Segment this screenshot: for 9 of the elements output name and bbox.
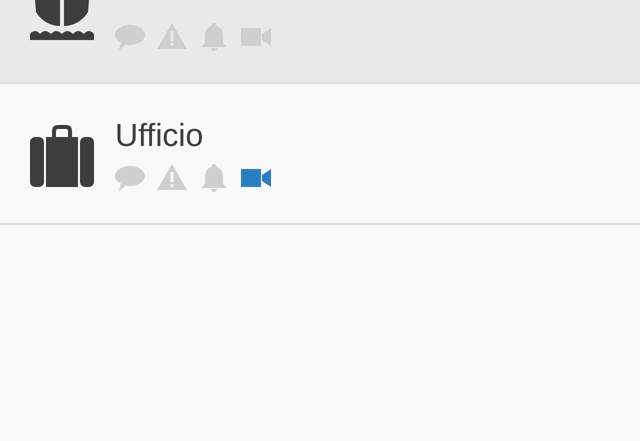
chat-bubble-icon[interactable] (115, 163, 145, 193)
warning-icon[interactable] (157, 163, 187, 193)
bell-icon[interactable] (199, 163, 229, 193)
list-row[interactable] (0, 0, 640, 84)
row-title: Ufficio (115, 117, 204, 153)
briefcase-icon (30, 123, 94, 187)
bell-icon[interactable] (199, 22, 229, 52)
warning-icon[interactable] (157, 22, 187, 52)
chat-bubble-icon[interactable] (115, 22, 145, 52)
